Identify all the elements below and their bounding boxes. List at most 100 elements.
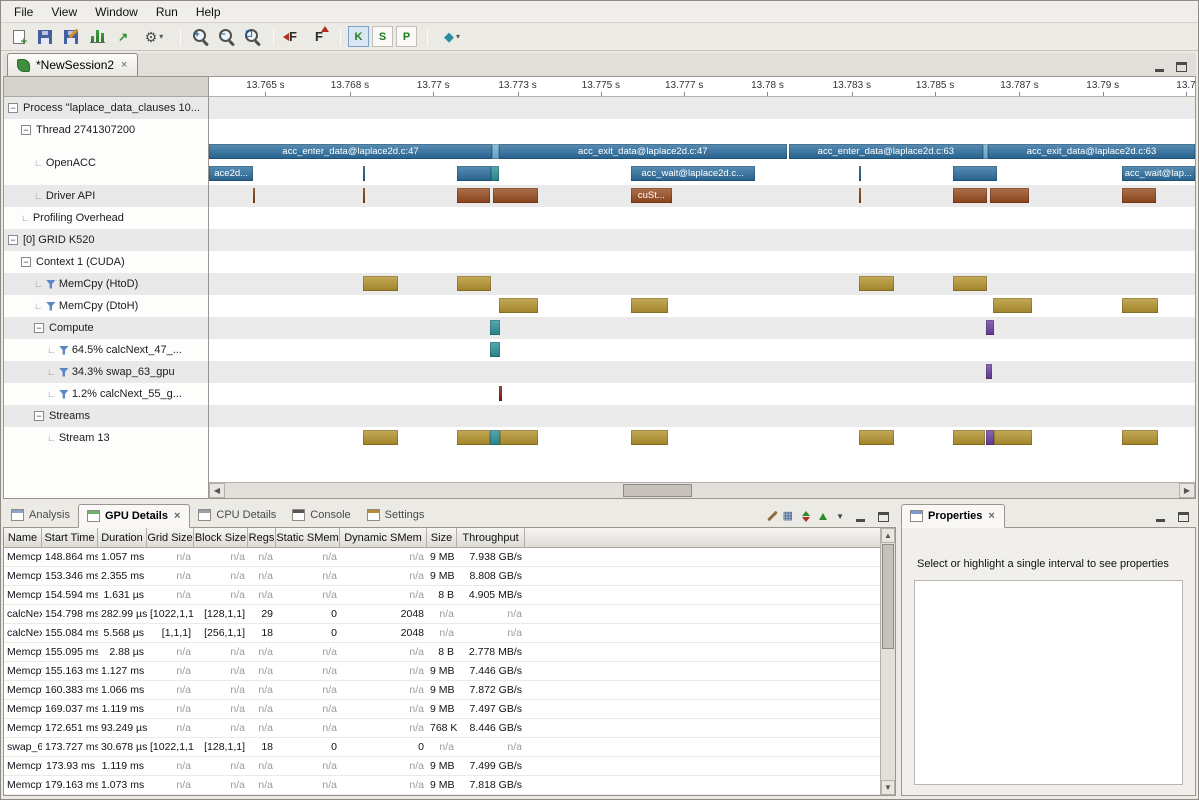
timeline-row-label-context[interactable]: −Context 1 (CUDA) bbox=[4, 251, 208, 273]
timeline-interval[interactable] bbox=[986, 320, 994, 335]
timeline-interval[interactable] bbox=[500, 430, 538, 445]
table-row[interactable]: Memcpy154.594 ms1.631 µsn/an/an/an/an/a8… bbox=[4, 586, 880, 605]
view-menu-icon[interactable]: ▼ bbox=[836, 512, 844, 521]
sync-arrows-icon[interactable] bbox=[802, 511, 810, 522]
column-header-block-size[interactable]: Block Size bbox=[194, 528, 248, 547]
zoom-fit-button[interactable]: ◻ bbox=[240, 25, 264, 49]
timeline-row-label-thread[interactable]: −Thread 2741307200 bbox=[4, 119, 208, 141]
column-header-throughput[interactable]: Throughput bbox=[457, 528, 525, 547]
collapse-toggle-icon[interactable]: − bbox=[34, 411, 44, 421]
table-row[interactable]: Memcpy153.346 ms2.355 msn/an/an/an/an/a9… bbox=[4, 567, 880, 586]
timeline-row-label-k1[interactable]: ∟64.5% calcNext_47_... bbox=[4, 339, 208, 361]
table-row[interactable]: swap_63_gpu173.727 ms30.678 µs[1022,1,1]… bbox=[4, 738, 880, 757]
timeline-interval[interactable] bbox=[490, 320, 500, 335]
mark-timeline-up-button[interactable]: F bbox=[307, 25, 331, 49]
timeline-interval[interactable] bbox=[499, 386, 502, 401]
timeline-interval[interactable] bbox=[491, 166, 499, 181]
column-header-regs[interactable]: Regs bbox=[248, 528, 276, 547]
timeline-row-label-compute[interactable]: −Compute bbox=[4, 317, 208, 339]
layout-grid-icon[interactable]: ▦ bbox=[783, 511, 793, 522]
column-header-static-smem[interactable]: Static SMem bbox=[276, 528, 340, 547]
collapse-toggle-icon[interactable]: − bbox=[34, 323, 44, 333]
timeline-interval[interactable] bbox=[1122, 298, 1158, 313]
export-up-icon[interactable] bbox=[819, 513, 827, 520]
column-header-name[interactable]: Name bbox=[4, 528, 42, 547]
minimize-button[interactable] bbox=[853, 510, 867, 522]
maximize-button[interactable] bbox=[1174, 60, 1188, 72]
collapse-toggle-icon[interactable]: − bbox=[21, 257, 31, 267]
menu-run[interactable]: Run bbox=[147, 3, 187, 21]
table-row[interactable]: Memcpy173.93 ms1.119 msn/an/an/an/an/a9 … bbox=[4, 757, 880, 776]
close-tab-icon[interactable]: × bbox=[987, 510, 995, 522]
timeline-interval[interactable]: ace2d... bbox=[209, 166, 253, 181]
new-session-button[interactable] bbox=[7, 25, 31, 49]
table-row[interactable]: calcNext155.084 ms5.568 µs[1,1,1][256,1,… bbox=[4, 624, 880, 643]
timeline-interval[interactable]: acc_exit_data@laplace2d.c:47 bbox=[499, 144, 787, 159]
timeline-interval[interactable] bbox=[994, 430, 1032, 445]
collapse-toggle-icon[interactable]: − bbox=[8, 235, 18, 245]
maximize-button[interactable] bbox=[1176, 510, 1190, 522]
save-as-button[interactable] bbox=[59, 25, 83, 49]
timeline-interval[interactable] bbox=[631, 430, 668, 445]
close-tab-icon[interactable]: × bbox=[173, 510, 181, 522]
timeline-interval[interactable] bbox=[457, 276, 492, 291]
menu-file[interactable]: File bbox=[5, 3, 42, 21]
zoom-in-button[interactable]: + bbox=[188, 25, 212, 49]
stream-view-toggle[interactable]: S bbox=[372, 26, 393, 47]
timeline-interval[interactable] bbox=[457, 188, 491, 203]
column-header-start-time[interactable]: Start Time bbox=[42, 528, 98, 547]
timeline-interval[interactable] bbox=[993, 298, 1032, 313]
timeline-interval[interactable] bbox=[490, 430, 500, 445]
timeline-interval[interactable] bbox=[1122, 188, 1157, 203]
timeline-interval[interactable] bbox=[1122, 430, 1158, 445]
timeline-interval[interactable] bbox=[953, 276, 988, 291]
timeline-interval[interactable] bbox=[363, 188, 365, 203]
timeline-interval[interactable] bbox=[499, 298, 538, 313]
table-row[interactable]: calcNext154.798 ms282.99 µs[1022,1,1][12… bbox=[4, 605, 880, 624]
timeline-interval[interactable]: acc_enter_data@laplace2d.c:63 bbox=[789, 144, 982, 159]
scrollbar-thumb[interactable] bbox=[882, 544, 894, 649]
timeline-interval[interactable] bbox=[859, 166, 861, 181]
timeline-interval[interactable]: acc_exit_data@laplace2d.c:63 bbox=[988, 144, 1195, 159]
timeline-row-label-htod[interactable]: ∟MemCpy (HtoD) bbox=[4, 273, 208, 295]
timeline-interval[interactable] bbox=[859, 188, 861, 203]
session-tab[interactable]: *NewSession2 × bbox=[7, 53, 138, 76]
zoom-out-button[interactable]: − bbox=[214, 25, 238, 49]
timeline-interval[interactable]: acc_wait@lap... bbox=[1122, 166, 1195, 181]
timeline-interval[interactable] bbox=[859, 276, 894, 291]
timeline-interval[interactable] bbox=[253, 188, 255, 203]
scroll-right-button[interactable]: ▶ bbox=[1179, 483, 1195, 498]
save-button[interactable] bbox=[33, 25, 57, 49]
menu-window[interactable]: Window bbox=[86, 3, 147, 21]
timeline-interval[interactable] bbox=[363, 430, 398, 445]
close-session-icon[interactable]: × bbox=[120, 59, 128, 71]
scroll-left-button[interactable]: ◀ bbox=[209, 483, 225, 498]
run-analysis-button[interactable]: ◆▾ bbox=[435, 25, 469, 49]
column-header-size[interactable]: Size bbox=[427, 528, 457, 547]
column-header-grid-size[interactable]: Grid Size bbox=[147, 528, 194, 547]
maximize-button[interactable] bbox=[876, 510, 890, 522]
tab-console[interactable]: Console bbox=[284, 503, 358, 527]
table-row[interactable]: Memcpy155.095 ms2.88 µsn/an/an/an/an/a8 … bbox=[4, 643, 880, 662]
timeline-row-label-k3[interactable]: ∟1.2% calcNext_55_g... bbox=[4, 383, 208, 405]
export-button[interactable]: ↗ bbox=[111, 25, 135, 49]
tab-cpu-details[interactable]: CPU Details bbox=[190, 503, 284, 527]
column-header-dynamic-smem[interactable]: Dynamic SMem bbox=[340, 528, 427, 547]
timeline-row-label-process[interactable]: −Process "laplace_data_clauses 10... bbox=[4, 97, 208, 119]
timeline-interval[interactable] bbox=[953, 430, 986, 445]
timeline-interval[interactable] bbox=[490, 342, 500, 357]
timeline-interval[interactable] bbox=[363, 166, 365, 181]
session-settings-button[interactable]: ⚙▾ bbox=[137, 25, 171, 49]
timeline-row-label-overhead[interactable]: ∟Profiling Overhead bbox=[4, 207, 208, 229]
timeline-row-label-driver[interactable]: ∟Driver API bbox=[4, 185, 208, 207]
timeline-row-label-streams[interactable]: −Streams bbox=[4, 405, 208, 427]
profile-application-button[interactable] bbox=[85, 25, 109, 49]
timeline-interval[interactable] bbox=[457, 430, 490, 445]
timeline-interval[interactable]: acc_wait@laplace2d.c... bbox=[631, 166, 755, 181]
timeline-interval[interactable]: acc_enter_data@laplace2d.c:47 bbox=[209, 144, 492, 159]
table-row[interactable]: Memcpy179.163 ms1.073 msn/an/an/an/an/a9… bbox=[4, 776, 880, 795]
kernel-view-toggle[interactable]: K bbox=[348, 26, 369, 47]
timeline-interval[interactable] bbox=[953, 188, 988, 203]
timeline-interval[interactable] bbox=[859, 430, 894, 445]
timeline-interval[interactable] bbox=[363, 276, 398, 291]
